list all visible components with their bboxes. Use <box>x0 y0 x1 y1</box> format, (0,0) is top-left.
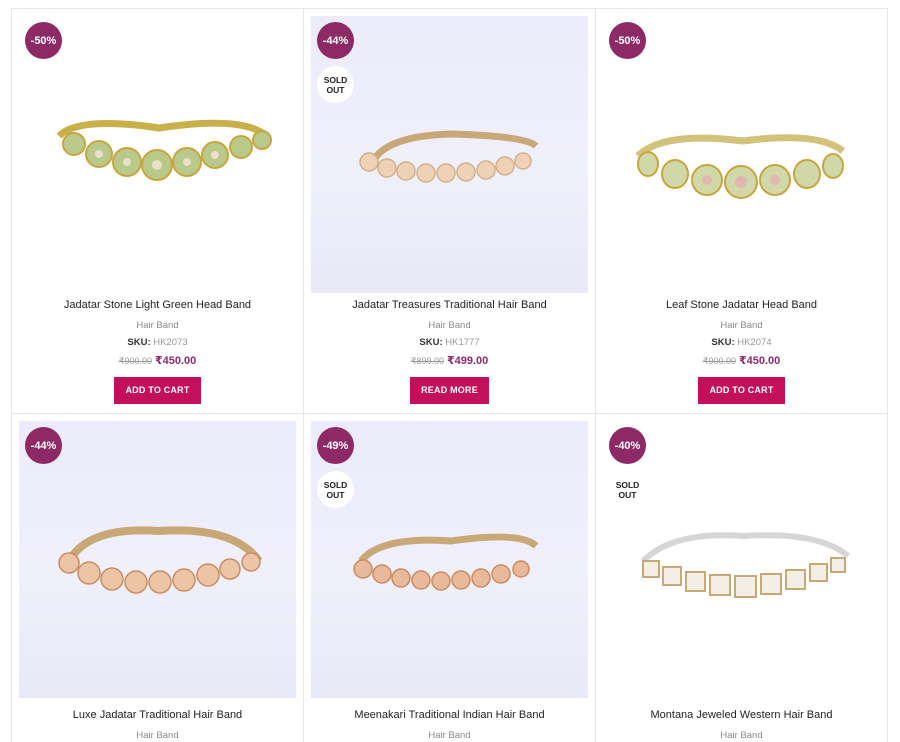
sku-label: SKU: <box>419 337 443 348</box>
add-to-cart-button[interactable]: ADD TO CART <box>698 377 785 404</box>
product-card: -44% SOLD OUT Jadatar Treasures Tradition… <box>303 9 595 413</box>
sku-value: HK2073 <box>153 337 188 348</box>
product-title[interactable]: Leaf Stone Jadatar Head Band <box>596 299 887 317</box>
product-card: -50% Jadatar Stone Light Green Head Band… <box>11 9 303 413</box>
product-sku: SKU: HK1777 <box>304 336 595 354</box>
product-sku: SKU: HK2074 <box>596 336 887 354</box>
discount-badge: -44% <box>317 22 354 59</box>
product-sku: SKU: HK2073 <box>12 336 303 354</box>
sold-out-text: SOLD <box>323 74 348 85</box>
product-image[interactable]: -40% SOLD OUT <box>603 421 880 698</box>
sale-price: ₹450.00 <box>738 355 781 367</box>
product-card: -40% SOLD OUT Montana Jeweled Western Hai… <box>595 414 888 742</box>
product-category[interactable]: Hair Band <box>304 320 595 336</box>
product-category[interactable]: Hair Band <box>596 730 887 742</box>
product-card: -50% Leaf Stone Jadatar Head Band Hair B… <box>595 9 888 413</box>
product-image[interactable]: -44% SOLD OUT <box>311 16 588 293</box>
product-grid: -50% Jadatar Stone Light Green Head Band… <box>11 8 888 742</box>
product-card: -49% SOLD OUT Meenakari Traditional India… <box>303 414 595 742</box>
product-price: ₹899.00 ₹499.00 <box>304 354 595 374</box>
product-row: -44% Luxe Jadatar Traditional Hair Band … <box>11 414 888 742</box>
sku-label: SKU: <box>711 337 735 348</box>
traditional-hair-band-image <box>359 130 539 183</box>
sold-out-text: OUT <box>618 489 637 500</box>
product-price: ₹900.00 ₹450.00 <box>596 354 887 374</box>
old-price: ₹900.00 <box>702 356 737 366</box>
read-more-button[interactable]: READ MORE <box>410 377 489 404</box>
product-image[interactable]: -50% <box>19 16 296 293</box>
sale-price: ₹450.00 <box>154 355 197 367</box>
product-card: -44% Luxe Jadatar Traditional Hair Band … <box>11 414 303 742</box>
sale-price: ₹499.00 <box>446 355 489 367</box>
product-title[interactable]: Meenakari Traditional Indian Hair Band <box>304 709 595 727</box>
product-category[interactable]: Hair Band <box>596 320 887 336</box>
sku-value: HK2074 <box>737 337 772 348</box>
product-info: Leaf Stone Jadatar Head Band Hair Band S… <box>596 299 887 404</box>
meenakari-hair-band-image <box>353 533 539 591</box>
product-info: Jadatar Treasures Traditional Hair Band … <box>304 299 595 404</box>
sold-out-badge: SOLD OUT <box>609 471 646 508</box>
discount-badge: -49% <box>317 427 354 464</box>
product-image[interactable]: -44% <box>19 421 296 698</box>
product-title[interactable]: Jadatar Stone Light Green Head Band <box>12 299 303 317</box>
product-title[interactable]: Luxe Jadatar Traditional Hair Band <box>12 709 303 727</box>
product-category[interactable]: Hair Band <box>12 320 303 336</box>
discount-badge: -44% <box>25 427 62 464</box>
sold-out-text: OUT <box>326 84 345 95</box>
product-price: ₹900.00 ₹450.00 <box>12 354 303 374</box>
discount-badge: -50% <box>25 22 62 59</box>
product-info: Meenakari Traditional Indian Hair Band H… <box>304 709 595 742</box>
product-category[interactable]: Hair Band <box>12 730 303 742</box>
discount-badge: -40% <box>609 427 646 464</box>
green-head-band-image <box>56 119 272 181</box>
sold-out-text: SOLD <box>323 479 348 490</box>
product-title[interactable]: Montana Jeweled Western Hair Band <box>596 709 887 727</box>
sku-value: HK1777 <box>445 337 480 348</box>
product-info: Montana Jeweled Western Hair Band Hair B… <box>596 709 887 742</box>
sold-out-text: OUT <box>326 489 345 500</box>
leaf-stone-head-band-image <box>635 134 846 199</box>
product-info: Luxe Jadatar Traditional Hair Band Hair … <box>12 709 303 742</box>
product-category[interactable]: Hair Band <box>304 730 595 742</box>
sold-out-badge: SOLD OUT <box>317 66 354 103</box>
product-title[interactable]: Jadatar Treasures Traditional Hair Band <box>304 299 595 317</box>
old-price: ₹899.00 <box>410 356 445 366</box>
add-to-cart-button[interactable]: ADD TO CART <box>114 377 201 404</box>
sold-out-badge: SOLD OUT <box>317 471 354 508</box>
sold-out-text: SOLD <box>615 479 640 490</box>
jeweled-hair-band-image <box>640 532 850 598</box>
product-image[interactable]: -50% <box>603 16 880 293</box>
sku-label: SKU: <box>127 337 151 348</box>
discount-badge: -50% <box>609 22 646 59</box>
old-price: ₹900.00 <box>118 356 153 366</box>
product-image[interactable]: -49% SOLD OUT <box>311 421 588 698</box>
product-row: -50% Jadatar Stone Light Green Head Band… <box>11 9 888 414</box>
luxe-hair-band-image <box>58 526 263 594</box>
product-info: Jadatar Stone Light Green Head Band Hair… <box>12 299 303 404</box>
